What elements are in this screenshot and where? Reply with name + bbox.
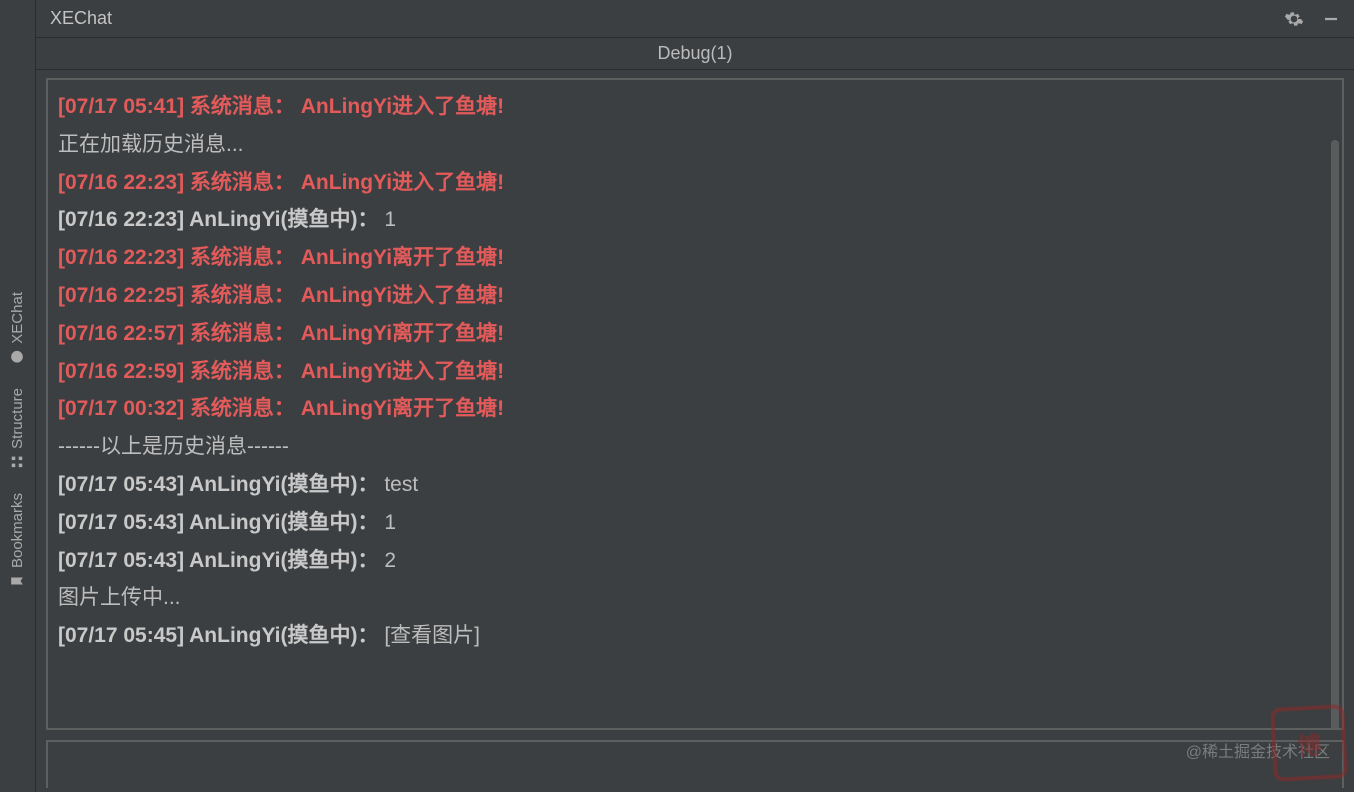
panel-title: XEChat (50, 8, 112, 29)
sidebar-item-label: Bookmarks (9, 493, 26, 568)
input-pane (46, 740, 1344, 788)
scrollbar-thumb[interactable] (1331, 140, 1339, 730)
sidebar: XEChat Structure Bookmarks (0, 0, 36, 792)
tabs-bar: Debug(1) (36, 38, 1354, 70)
message-input[interactable] (56, 755, 1334, 776)
minimize-icon[interactable] (1322, 10, 1340, 28)
log-line: [07/16 22:23] 系统消息： AnLingYi进入了鱼塘! (58, 164, 1332, 202)
log-line: [07/16 22:57] 系统消息： AnLingYi离开了鱼塘! (58, 315, 1332, 353)
log-line: [07/16 22:23] 系统消息： AnLingYi离开了鱼塘! (58, 239, 1332, 277)
chat-icon (11, 350, 25, 364)
sidebar-item-label: Structure (9, 388, 26, 449)
bookmark-icon (11, 574, 25, 588)
log-line: ------以上是历史消息------ (58, 428, 1332, 466)
log-line: [07/17 05:43] AnLingYi(摸鱼中)： 1 (58, 504, 1332, 542)
sidebar-item-structure[interactable]: Structure (9, 376, 26, 481)
log-line: [07/16 22:59] 系统消息： AnLingYi进入了鱼塘! (58, 353, 1332, 391)
log-line: [07/17 05:45] AnLingYi(摸鱼中)： [查看图片] (58, 617, 1332, 655)
sidebar-item-label: XEChat (9, 292, 26, 344)
log-line: 正在加载历史消息... (58, 126, 1332, 164)
gear-icon[interactable] (1284, 9, 1304, 29)
content-area: [07/17 05:41] 系统消息： AnLingYi进入了鱼塘!正在加载历史… (36, 70, 1354, 792)
sidebar-item-xechat[interactable]: XEChat (9, 280, 26, 376)
log-line: 图片上传中... (58, 579, 1332, 617)
structure-icon (11, 455, 25, 469)
log-pane[interactable]: [07/17 05:41] 系统消息： AnLingYi进入了鱼塘!正在加载历史… (46, 78, 1344, 730)
log-line: [07/17 05:43] AnLingYi(摸鱼中)： test (58, 466, 1332, 504)
title-bar: XEChat (36, 0, 1354, 38)
log-line: [07/17 00:32] 系统消息： AnLingYi离开了鱼塘! (58, 390, 1332, 428)
log-line: [07/16 22:25] 系统消息： AnLingYi进入了鱼塘! (58, 277, 1332, 315)
log-line: [07/17 05:41] 系统消息： AnLingYi进入了鱼塘! (58, 88, 1332, 126)
log-line: [07/16 22:23] AnLingYi(摸鱼中)： 1 (58, 201, 1332, 239)
log-line: [07/17 05:43] AnLingYi(摸鱼中)： 2 (58, 542, 1332, 580)
tab-debug[interactable]: Debug(1) (657, 43, 732, 64)
sidebar-item-bookmarks[interactable]: Bookmarks (9, 481, 26, 600)
main-panel: XEChat Debug(1) [07/17 05:41] 系统消息： AnLi… (36, 0, 1354, 792)
